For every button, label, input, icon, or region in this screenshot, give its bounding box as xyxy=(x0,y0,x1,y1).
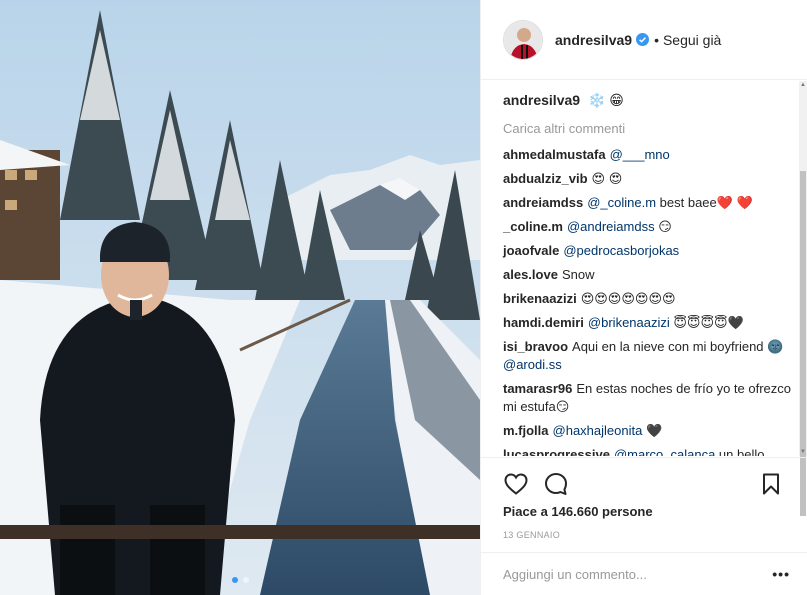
carousel-dot[interactable] xyxy=(231,577,238,583)
comment-username[interactable]: m.fjolla xyxy=(503,423,549,438)
comment-item: abdualziz_vib 😍 😍 xyxy=(503,170,791,188)
post-photo[interactable] xyxy=(0,0,480,595)
comment-input[interactable] xyxy=(503,566,773,582)
action-icons xyxy=(501,468,786,500)
comment-username[interactable]: _coline.m xyxy=(503,219,563,234)
comment-item: isi_bravoo Aqui en la nieve con mi boyfri… xyxy=(503,338,791,374)
comment-username[interactable]: abdualziz_vib xyxy=(503,171,588,186)
comment-text: 😍 😍 xyxy=(591,171,623,186)
post-caption: andresilva9 ❄️ 😁 xyxy=(503,91,791,109)
load-more-comments-button[interactable]: Carica altri commenti xyxy=(503,121,791,136)
post-side-panel: andresilva9 • Segui già andresilva9 ❄️ 😁… xyxy=(480,0,807,595)
comment-username[interactable]: hamdi.demiri xyxy=(503,315,584,330)
comments-scrollbar[interactable]: ▲ ▼ xyxy=(799,81,807,516)
comment-item: _coline.m @andreiamdss 😏 xyxy=(503,218,791,236)
comments-list: andresilva9 ❄️ 😁 Carica altri commenti a… xyxy=(481,81,801,456)
comment-text: 😏 xyxy=(654,219,672,234)
comment-mention[interactable]: @pedrocasborjokas xyxy=(563,243,679,258)
add-comment-bar: ••• xyxy=(481,552,807,595)
comment-mention[interactable]: @haxhajleonita xyxy=(553,423,643,438)
header-text: andresilva9 • Segui già xyxy=(555,32,721,48)
verified-badge-icon xyxy=(636,33,650,46)
comment-text: 😍😍😍😍😍😍😍 xyxy=(580,291,676,306)
comment-icon[interactable] xyxy=(541,469,571,499)
scroll-down-icon[interactable]: ▼ xyxy=(799,448,807,456)
comment-mention[interactable]: @marco_calanca xyxy=(614,447,715,456)
caption-text: ❄️ 😁 xyxy=(587,92,624,108)
comment-username[interactable]: brikenaazizi xyxy=(503,291,577,306)
post-header: andresilva9 • Segui già xyxy=(481,0,807,80)
comment-username[interactable]: joaofvale xyxy=(503,243,559,258)
comment-username[interactable]: isi_bravoo xyxy=(503,339,568,354)
comment-text: Snow xyxy=(561,267,595,282)
caption-username[interactable]: andresilva9 xyxy=(503,92,580,108)
photo-illustration xyxy=(0,0,480,595)
comment-item: ahmedalmustafa @___mno xyxy=(503,146,791,164)
comment-item: joaofvale @pedrocasborjokas xyxy=(503,242,791,260)
comment-text: best baee❤️ ❤️ xyxy=(656,195,753,210)
comment-username[interactable]: ales.love xyxy=(503,267,558,282)
comment-mention[interactable]: @___mno xyxy=(610,147,670,162)
comment-item: lucasprogressive @marco_calanca un bello xyxy=(503,446,791,456)
comment-username[interactable]: lucasprogressive xyxy=(503,447,610,456)
likes-count[interactable]: Piace a 146.660 persone xyxy=(503,504,786,519)
instagram-post: andresilva9 • Segui già andresilva9 ❄️ 😁… xyxy=(0,0,807,595)
follow-status-button[interactable]: Segui già xyxy=(663,32,721,48)
comment-username[interactable]: andreiamdss xyxy=(503,195,583,210)
comment-username[interactable]: tamarasr96 xyxy=(503,381,572,396)
comment-username[interactable]: ahmedalmustafa xyxy=(503,147,606,162)
comment-item: tamarasr96 En estas noches de frío yo te … xyxy=(503,380,791,416)
comment-mention[interactable]: @arodi.ss xyxy=(503,357,562,372)
comment-item: brikenaazizi 😍😍😍😍😍😍😍 xyxy=(503,290,791,308)
header-separator: • xyxy=(654,31,659,48)
avatar[interactable] xyxy=(503,19,543,60)
scroll-up-icon[interactable]: ▲ xyxy=(799,81,807,89)
post-date[interactable]: 13 GENNAIO xyxy=(503,530,786,540)
comment-mention[interactable]: @andreiamdss xyxy=(567,219,655,234)
comment-item: hamdi.demiri @brikenaazizi 😇😇😇😇🖤 xyxy=(503,314,791,332)
comment-text: un bello xyxy=(715,447,765,456)
bookmark-icon[interactable] xyxy=(756,469,786,499)
more-options-icon[interactable]: ••• xyxy=(772,566,790,582)
heart-icon[interactable] xyxy=(501,469,531,499)
carousel-dot[interactable] xyxy=(242,577,249,583)
comment-text: Aqui en la nieve con mi boyfriend 🌚 xyxy=(572,339,784,354)
comment-item: ales.love Snow xyxy=(503,266,791,284)
comment-item: andreiamdss @_coline.m best baee❤️ ❤️ xyxy=(503,194,791,212)
comment-mention[interactable]: @_coline.m xyxy=(587,195,656,210)
post-actions: Piace a 146.660 persone 13 GENNAIO xyxy=(481,457,807,540)
comment-text: 😇😇😇😇🖤 xyxy=(669,315,744,330)
comment-item: m.fjolla @haxhajleonita 🖤 xyxy=(503,422,791,440)
comment-text: 🖤 xyxy=(642,423,663,438)
carousel-indicator xyxy=(0,577,480,583)
comment-mention[interactable]: @brikenaazizi xyxy=(588,315,670,330)
author-username[interactable]: andresilva9 xyxy=(555,32,632,48)
